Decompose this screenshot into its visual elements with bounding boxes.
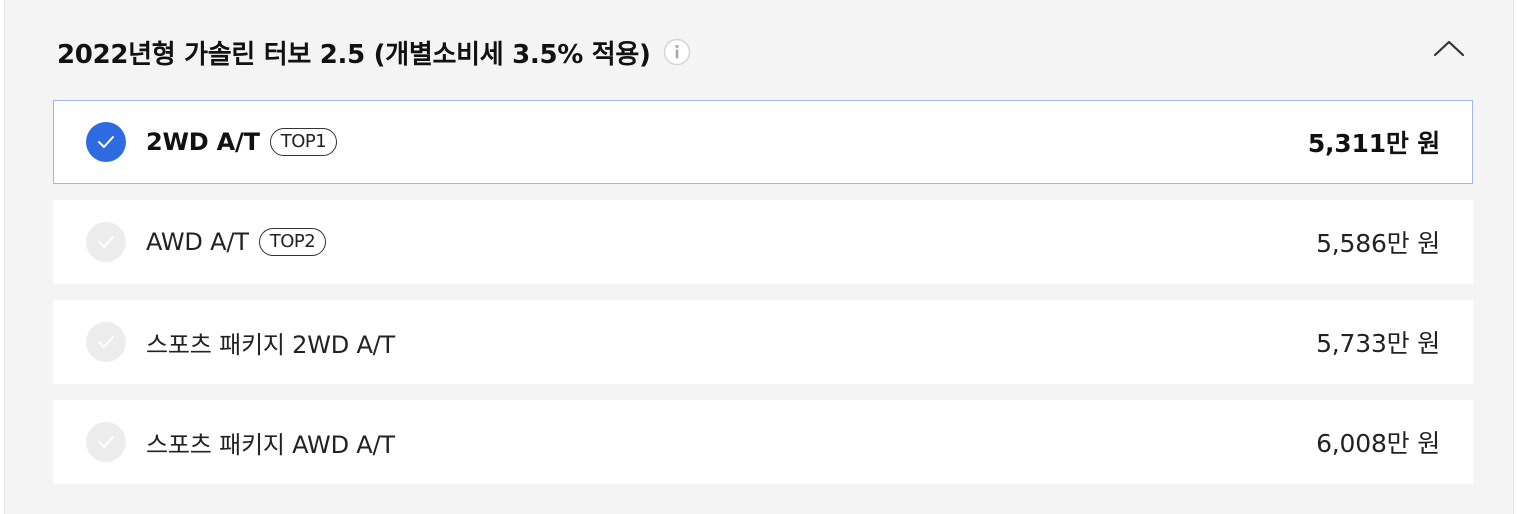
chevron-up-icon [1433, 38, 1465, 62]
trim-name: 2WD A/T [146, 128, 260, 156]
trim-option[interactable]: 스포츠 패키지 AWD A/T 6,008만 원 [53, 400, 1473, 484]
checkmark-icon[interactable] [86, 322, 126, 362]
rank-badge: TOP2 [258, 228, 327, 256]
trim-price: 5,586만 원 [1316, 229, 1440, 258]
trim-option[interactable]: 스포츠 패키지 2WD A/T 5,733만 원 [53, 300, 1473, 384]
rank-badge: TOP1 [269, 128, 338, 156]
trim-name: 스포츠 패키지 2WD A/T [146, 330, 396, 359]
trim-option[interactable]: 2WD A/T TOP1 5,311만 원 [53, 100, 1473, 184]
trim-option-label: 스포츠 패키지 2WD A/T [146, 325, 395, 360]
trim-name: 스포츠 패키지 AWD A/T [146, 430, 395, 459]
trim-option-label: AWD A/T TOP2 [146, 228, 327, 256]
trim-option-list: 2WD A/T TOP1 5,311만 원 AWD A/T TOP2 5,586만 … [53, 100, 1473, 500]
checkmark-icon[interactable] [86, 422, 126, 462]
collapse-button[interactable] [1429, 30, 1469, 70]
checkmark-icon[interactable] [86, 122, 126, 162]
checkmark-icon[interactable] [86, 222, 126, 262]
trim-option-label: 2WD A/T TOP1 [146, 128, 338, 156]
trim-option-label: 스포츠 패키지 AWD A/T [146, 425, 395, 460]
trim-price: 5,733만 원 [1316, 329, 1440, 358]
trim-price-panel: 2022년형 가솔린 터보 2.5 (개별소비세 3.5% 적용) 2WD A/… [4, 0, 1514, 514]
section-header: 2022년형 가솔린 터보 2.5 (개별소비세 3.5% 적용) [57, 24, 691, 80]
info-circle-icon[interactable] [663, 38, 691, 66]
trim-name: AWD A/T [146, 228, 249, 256]
trim-price: 5,311만 원 [1307, 129, 1440, 158]
trim-option[interactable]: AWD A/T TOP2 5,586만 원 [53, 200, 1473, 284]
trim-price: 6,008만 원 [1316, 429, 1440, 458]
section-title: 2022년형 가솔린 터보 2.5 (개별소비세 3.5% 적용) [57, 39, 651, 70]
